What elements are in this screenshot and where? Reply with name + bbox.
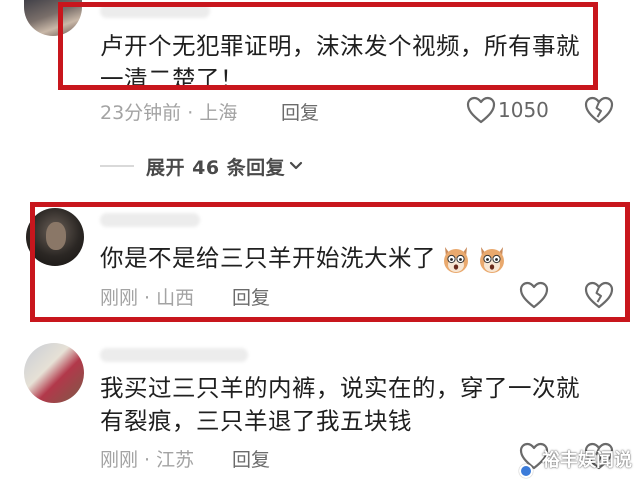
like-count: 1050 — [498, 98, 549, 122]
comment-text-line: 你是不是给三只羊开始洗大米了 — [100, 244, 436, 272]
avatar[interactable] — [24, 0, 82, 36]
avatar[interactable] — [24, 343, 84, 403]
comment-text-line: 卢开个无犯罪证明，沫沫发个视频，所有事就 — [100, 32, 580, 60]
comment-time: 23分钟前 — [100, 102, 182, 124]
meta-separator: · — [138, 287, 157, 309]
reply-button[interactable]: 回复 — [232, 445, 270, 472]
avatar[interactable] — [26, 208, 84, 266]
avatar-face — [46, 222, 66, 250]
username-blurred[interactable] — [100, 348, 248, 362]
comment-text-line: 一清二楚了！ — [100, 65, 244, 93]
expand-replies[interactable]: 展开 46 条回复 — [100, 148, 305, 184]
meta-separator: · — [138, 449, 157, 471]
expand-replies-label: 展开 46 条回复 — [146, 156, 286, 179]
comment-location: 江苏 — [156, 449, 195, 471]
username-blurred[interactable] — [100, 4, 210, 18]
watermark: 裕丰娱闻说 — [542, 450, 632, 471]
dog-emoji — [444, 246, 468, 273]
reply-button[interactable]: 回复 — [232, 283, 270, 310]
comment-location: 上海 — [199, 102, 238, 124]
reply-button[interactable]: 回复 — [281, 98, 319, 125]
comment-feed: 卢开个无犯罪证明，沫沫发个视频，所有事就 一清二楚了！ 23分钟前 · 上海 回… — [0, 0, 640, 486]
comment-meta: 23分钟前 · 上海 — [100, 98, 237, 125]
heart-icon[interactable] — [519, 281, 549, 309]
comment-time: 刚刚 — [100, 287, 139, 309]
comment-meta: 刚刚 · 江苏 — [100, 445, 194, 472]
comment-text: 你是不是给三只羊开始洗大米了 — [100, 242, 508, 275]
watermark-logo-icon — [519, 464, 533, 478]
dislike-icon[interactable] — [584, 281, 614, 309]
comment-location: 山西 — [156, 287, 195, 309]
comment-text-line: 有裂痕，三只羊退了我五块钱 — [100, 407, 412, 435]
dog-emoji — [480, 246, 504, 273]
dislike-icon[interactable] — [584, 96, 614, 124]
chevron-down-icon — [290, 161, 303, 170]
username-blurred[interactable] — [100, 213, 200, 227]
comment-text: 我买过三只羊的内裤，说实在的，穿了一次就 有裂痕，三只羊退了我五块钱 — [100, 372, 580, 438]
comment-meta: 刚刚 · 山西 — [100, 283, 194, 310]
comment-text-line: 我买过三只羊的内裤，说实在的，穿了一次就 — [100, 374, 580, 402]
comment-text: 卢开个无犯罪证明，沫沫发个视频，所有事就 一清二楚了！ — [100, 30, 580, 96]
expand-divider — [100, 165, 134, 167]
heart-icon[interactable] — [466, 96, 496, 124]
comment-time: 刚刚 — [100, 449, 139, 471]
meta-separator: · — [181, 102, 200, 124]
